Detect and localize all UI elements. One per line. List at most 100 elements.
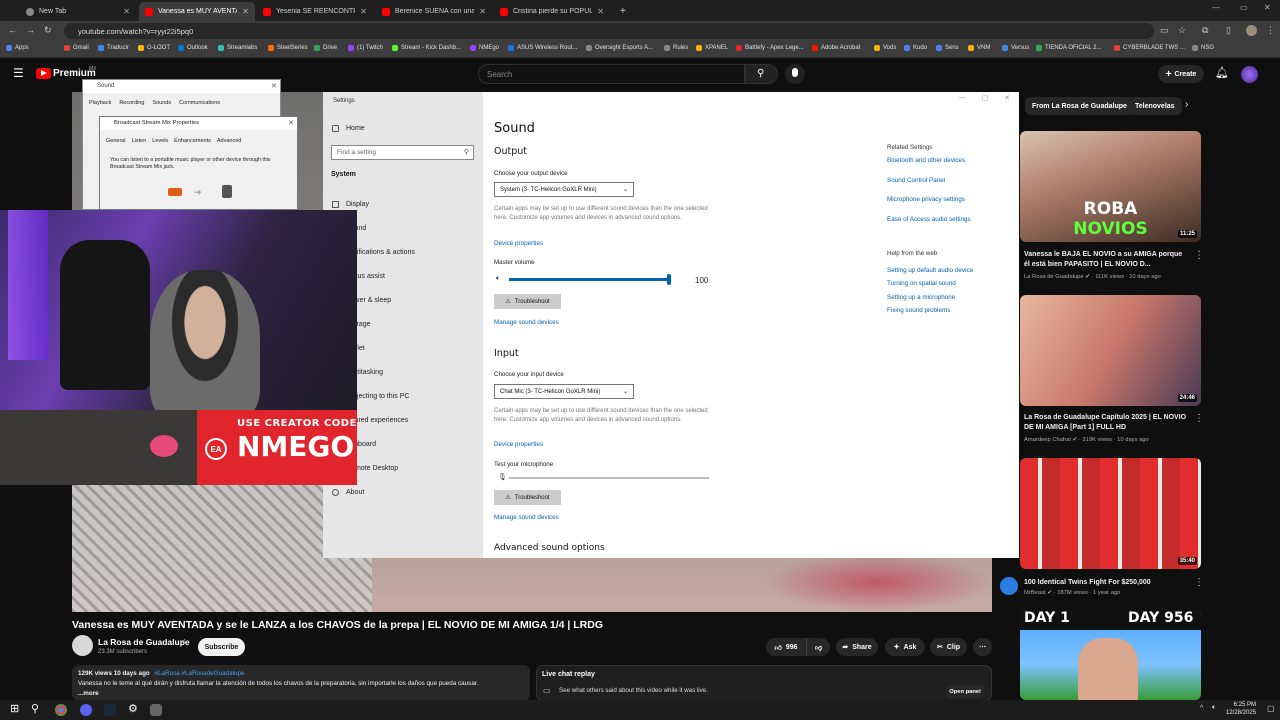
- close-tab-icon[interactable]: ✕: [123, 7, 130, 16]
- output-troubleshoot-button[interactable]: ⚠ Troubleshoot: [494, 294, 561, 309]
- notifications-bell-icon[interactable]: 🔔︎: [1215, 66, 1229, 79]
- discord-icon[interactable]: [80, 704, 92, 716]
- bookmark-item[interactable]: Kudo: [904, 45, 927, 51]
- voice-search-button[interactable]: [785, 64, 805, 84]
- bookmark-item[interactable]: Battlefy - Apex Lege...: [736, 45, 804, 51]
- dislike-button[interactable]: 👎︎: [806, 638, 830, 656]
- show-more-link[interactable]: ...more: [78, 690, 99, 697]
- rec-thumbnail-2[interactable]: 24:46: [1020, 295, 1201, 406]
- bookmark-item[interactable]: NMEgo: [470, 45, 499, 51]
- hashtags[interactable]: #LaRosa #LaRosadeGuadalupe: [155, 670, 245, 677]
- chip-from-channel[interactable]: From La Rosa de Guadalupe: [1025, 97, 1134, 115]
- bookmark-item[interactable]: XPANEL: [696, 45, 728, 51]
- tab-new-tab[interactable]: New Tab ✕: [20, 2, 136, 21]
- sidepanel-icon[interactable]: ▯: [1226, 25, 1231, 36]
- search-icon[interactable]: ⚲: [31, 702, 43, 715]
- chip-telenovelas[interactable]: Telenovelas: [1128, 97, 1182, 115]
- channel-avatar[interactable]: [72, 635, 93, 656]
- tab-levels[interactable]: Levels: [152, 138, 168, 144]
- share-button[interactable]: ➦ Share: [836, 638, 878, 656]
- like-button[interactable]: 👍︎ 996: [766, 638, 806, 656]
- bookmark-item[interactable]: Drive: [314, 45, 337, 51]
- system-clock[interactable]: 6:25 PM 12/28/2025: [1226, 702, 1256, 718]
- tab-sounds[interactable]: Sounds: [152, 100, 171, 106]
- rec-thumbnail-3[interactable]: 35:40: [1020, 458, 1201, 569]
- more-actions-button[interactable]: ⋯: [973, 638, 992, 656]
- ask-button[interactable]: ✦ Ask: [885, 638, 925, 656]
- forward-icon[interactable]: →: [26, 25, 35, 35]
- search-input[interactable]: Search: [478, 64, 745, 84]
- rec-thumbnail-4[interactable]: DAY 1 DAY 956: [1020, 610, 1201, 700]
- bookmark-item[interactable]: Adobe Acrobat: [812, 45, 860, 51]
- close-window-icon[interactable]: ✕: [1264, 3, 1271, 12]
- video-description[interactable]: 129K views 10 days ago #LaRosa #LaRosade…: [72, 665, 530, 701]
- more-vertical-icon[interactable]: ⋮: [1194, 413, 1204, 424]
- find-setting-input[interactable]: Find a setting ⚲: [331, 145, 474, 160]
- tab-video-yesenia[interactable]: Yesenia SE REENCONTRÓ con su ✕: [257, 2, 373, 21]
- url-input[interactable]: youtube.com/watch?v=ryyi22i5pq0: [64, 23, 1154, 39]
- bookmark-item[interactable]: ASUS Wireless Rout...: [508, 45, 577, 51]
- back-icon[interactable]: ←: [8, 25, 17, 35]
- settings-gear-icon[interactable]: ⚙: [128, 702, 140, 715]
- input-manage-devices-link[interactable]: Manage sound devices: [494, 514, 559, 521]
- nav-home[interactable]: Home: [346, 125, 365, 132]
- bookmark-item[interactable]: Oversight Esports A...: [586, 45, 653, 51]
- reload-icon[interactable]: ↻: [44, 25, 52, 36]
- tab-advanced[interactable]: Advanced: [217, 138, 241, 144]
- open-panel-button[interactable]: Open panel: [945, 685, 985, 698]
- bookmark-star-icon[interactable]: ☆: [1178, 25, 1186, 36]
- bookmark-item[interactable]: Gmail: [64, 45, 89, 51]
- maximize-icon[interactable]: ▢: [982, 94, 989, 102]
- close-icon[interactable]: ✕: [288, 119, 294, 127]
- bookmark-item[interactable]: Outlook: [178, 45, 208, 51]
- close-tab-icon[interactable]: ✕: [242, 7, 249, 16]
- channel-avatar[interactable]: [1000, 577, 1018, 595]
- nav-about[interactable]: About: [346, 489, 364, 496]
- channel-name[interactable]: La Rosa de Guadalupe: [98, 637, 190, 647]
- rec-title[interactable]: Vanessa le BAJA EL NOVIO a su AMIGA porq…: [1024, 250, 1189, 270]
- help-link-default-audio[interactable]: Setting up default audio device: [887, 267, 973, 274]
- bookmark-item[interactable]: NSG: [1192, 45, 1214, 51]
- bookmark-item[interactable]: TIENDA OFICIAL 2...: [1036, 45, 1101, 51]
- hamburger-menu-icon[interactable]: ☰: [13, 66, 24, 80]
- more-vertical-icon[interactable]: ⋮: [1194, 250, 1204, 261]
- output-device-properties-link[interactable]: Device properties: [494, 240, 543, 247]
- tab-video-vanessa[interactable]: Vanessa es MUY AVENTADA y se l ✕: [139, 2, 255, 21]
- help-link-fixing-sound[interactable]: Fixing sound problems: [887, 307, 950, 314]
- tab-playback[interactable]: Playback: [89, 100, 111, 106]
- bookmark-item[interactable]: Traducir: [98, 45, 129, 51]
- tab-general[interactable]: General: [106, 138, 126, 144]
- help-link-spatial-sound[interactable]: Turning on spatial sound: [887, 280, 956, 287]
- profile-avatar[interactable]: [1246, 25, 1257, 36]
- related-link-ease-of-access[interactable]: Ease of Access audio settings: [887, 216, 971, 223]
- rec-title[interactable]: La Rosa de Guadalupe Capítulo 2025 | EL …: [1024, 413, 1189, 433]
- restore-icon[interactable]: ▭: [1240, 3, 1248, 12]
- sound-app-icon[interactable]: [150, 704, 162, 716]
- tab-recording[interactable]: Recording: [119, 100, 144, 106]
- help-link-microphone[interactable]: Setting up a microphone: [887, 294, 955, 301]
- tab-enhancements[interactable]: Enhancements: [174, 138, 211, 144]
- bookmark-item[interactable]: Sens: [936, 45, 959, 51]
- close-icon[interactable]: ✕: [1004, 94, 1010, 102]
- bookmark-item[interactable]: CYBERBLADE TWS ...: [1114, 45, 1185, 51]
- rec-thumbnail-1[interactable]: ROBA NOVIOS 11:25: [1020, 131, 1201, 242]
- new-tab-button[interactable]: +: [614, 2, 630, 21]
- minimize-icon[interactable]: —: [959, 94, 966, 101]
- output-manage-devices-link[interactable]: Manage sound devices: [494, 319, 559, 326]
- windows-start-icon[interactable]: ⊞: [10, 702, 22, 715]
- create-button[interactable]: + Create: [1158, 65, 1204, 83]
- extensions-icon[interactable]: ⧉: [1202, 25, 1208, 36]
- output-device-select[interactable]: System (3- TC-Helicon GoXLR Mini) ⌄: [494, 182, 634, 197]
- tray-chevron-icon[interactable]: ^: [1200, 705, 1203, 712]
- bookmark-item[interactable]: SteelSeries: [268, 45, 308, 51]
- master-volume-slider[interactable]: [509, 274, 671, 285]
- steam-icon[interactable]: [104, 704, 116, 716]
- minimize-icon[interactable]: —: [1212, 3, 1220, 12]
- more-vertical-icon[interactable]: ⋮: [1194, 577, 1204, 588]
- bookmark-item[interactable]: Versus: [1002, 45, 1029, 51]
- search-button[interactable]: ⚲: [745, 64, 778, 84]
- bookmark-item[interactable]: (1) Twitch: [348, 45, 383, 51]
- clip-button[interactable]: ✂ Clip: [930, 638, 967, 656]
- input-device-properties-link[interactable]: Device properties: [494, 441, 543, 448]
- close-tab-icon[interactable]: ✕: [360, 7, 367, 16]
